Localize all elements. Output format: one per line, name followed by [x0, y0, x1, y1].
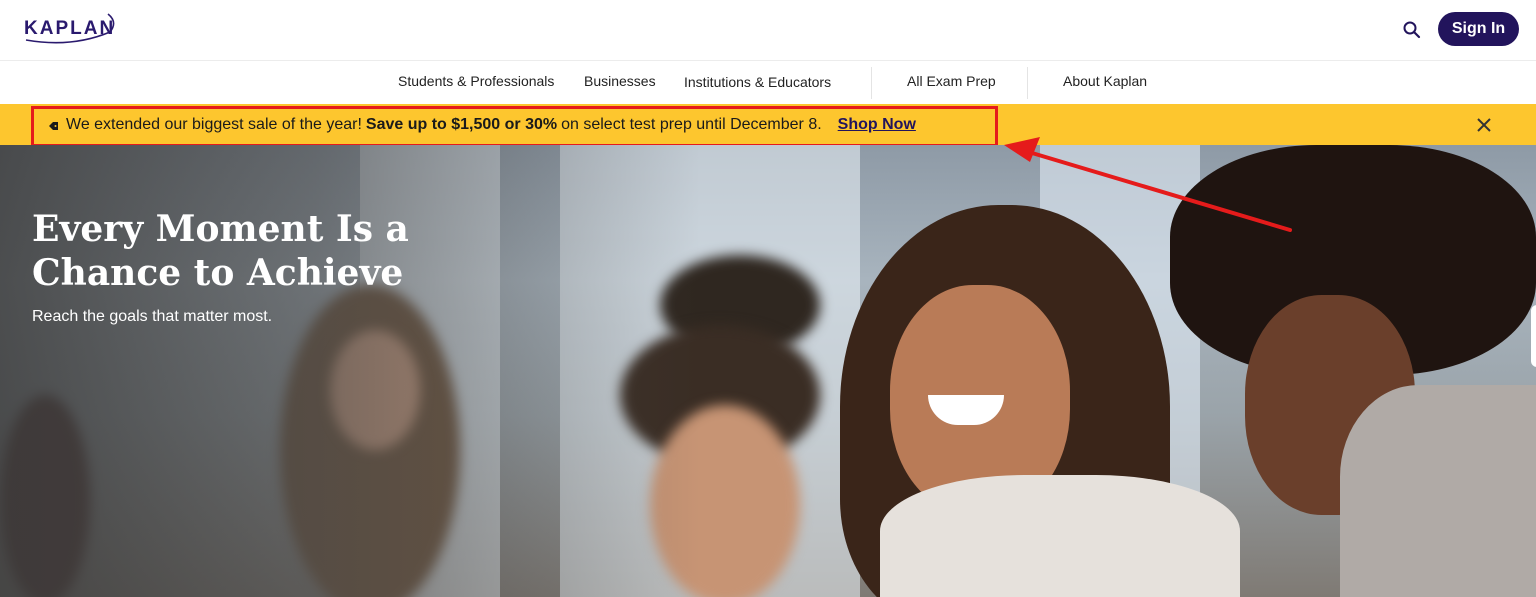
hero-title: Every Moment Is a Chance to Achieve — [32, 208, 409, 294]
close-icon[interactable] — [1474, 115, 1494, 135]
main-nav: Students & Professionals Businesses Inst… — [0, 60, 1536, 104]
nav-divider — [871, 67, 872, 99]
sign-in-button[interactable]: Sign In — [1438, 12, 1519, 46]
nav-businesses[interactable]: Businesses — [584, 73, 656, 89]
hero-section: Every Moment Is a Chance to Achieve Reac… — [0, 145, 1536, 597]
hero-subtitle: Reach the goals that matter most. — [32, 308, 273, 325]
nav-all-exam-prep[interactable]: All Exam Prep — [907, 73, 996, 89]
nav-about-kaplan[interactable]: About Kaplan — [1063, 73, 1147, 89]
side-feedback-tab[interactable] — [1531, 305, 1536, 367]
nav-divider — [1027, 67, 1028, 99]
annotation-highlight-box — [31, 106, 998, 147]
woman-sweater — [880, 475, 1240, 597]
kaplan-logo[interactable]: KAPLAN — [22, 10, 118, 46]
nav-institutions-educators[interactable]: Institutions & Educators — [684, 74, 831, 90]
man-hoodie — [1340, 385, 1536, 597]
top-header: KAPLAN Sign In — [0, 0, 1536, 60]
logo-text: KAPLAN — [24, 18, 116, 39]
search-icon[interactable] — [1400, 18, 1424, 42]
nav-students-professionals[interactable]: Students & Professionals — [398, 73, 554, 89]
